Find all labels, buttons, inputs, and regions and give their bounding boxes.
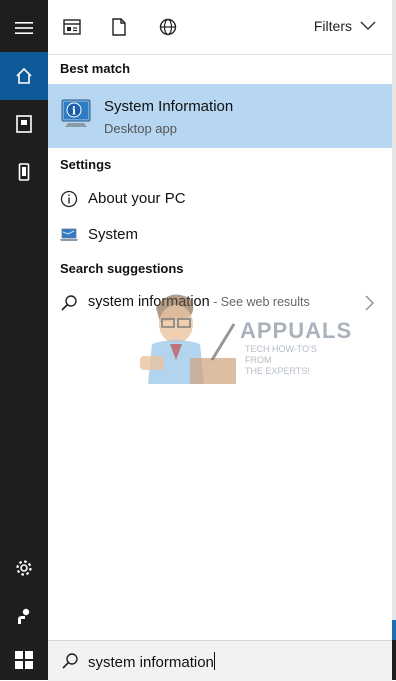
watermark-brand: APPUALS (240, 318, 353, 343)
search-input-value: system information (88, 654, 214, 671)
apps-filter-button[interactable] (60, 15, 84, 39)
chevron-right-icon (365, 295, 374, 311)
notebook-button[interactable] (0, 100, 48, 148)
home-icon (16, 67, 32, 84)
home-button[interactable] (0, 52, 48, 100)
feedback-icon (18, 608, 30, 624)
best-match-heading: Best match (60, 61, 131, 76)
filters-label: Filters (313, 18, 352, 34)
search-input[interactable]: system information (88, 652, 368, 671)
settings-item-about-pc[interactable]: About your PC (48, 182, 392, 216)
settings-heading: Settings (60, 157, 112, 172)
left-rail (0, 0, 48, 680)
documents-filter-button[interactable] (107, 15, 131, 39)
scrollbar-track[interactable] (392, 0, 396, 680)
best-match-title: System Information (104, 98, 234, 115)
scrollbar-accent (392, 620, 396, 640)
filter-bar: Filters (48, 0, 392, 55)
system-information-icon: i (61, 99, 91, 127)
device-button[interactable] (0, 148, 48, 196)
windows-logo-icon (15, 651, 33, 669)
settings-button[interactable] (0, 544, 48, 592)
watermark-tagline: TECH HOW-TO'S FROM THE EXPERTS! (245, 344, 340, 377)
svg-text:i: i (72, 105, 76, 118)
gear-icon (16, 560, 32, 576)
web-filter-button[interactable] (156, 15, 180, 39)
watermark-tagline-line1: TECH HOW-TO'S FROM (245, 344, 317, 365)
search-icon (62, 653, 78, 669)
settings-item-label: System (88, 226, 139, 243)
search-suggestions-heading: Search suggestions (60, 261, 184, 276)
search-results-panel: Filters Best match i System Information … (48, 0, 392, 640)
search-icon (61, 295, 77, 311)
laptop-icon (60, 228, 78, 241)
taskbar-search-box[interactable]: system information (48, 640, 392, 681)
filters-dropdown[interactable]: Filters (314, 18, 376, 34)
globe-icon (159, 18, 177, 36)
settings-item-system[interactable]: System (48, 218, 392, 252)
start-button[interactable] (0, 640, 48, 680)
text-caret (213, 652, 215, 670)
app-window-icon (63, 19, 81, 35)
notebook-icon (16, 115, 32, 133)
chevron-down-icon (360, 21, 376, 30)
hamburger-icon (15, 22, 33, 34)
appuals-watermark: APPUALS TECH HOW-TO'S FROM THE EXPERTS! (100, 288, 351, 388)
best-match-subtitle: Desktop app (104, 121, 177, 136)
device-icon (18, 163, 30, 181)
feedback-button[interactable] (0, 592, 48, 640)
mascot-icon (140, 294, 236, 384)
watermark-tagline-line2: THE EXPERTS! (245, 366, 310, 376)
menu-button[interactable] (0, 4, 48, 52)
info-circle-icon (60, 190, 78, 208)
settings-item-label: About your PC (88, 190, 186, 207)
document-icon (112, 18, 126, 36)
best-match-result[interactable]: i System Information Desktop app (48, 84, 392, 148)
